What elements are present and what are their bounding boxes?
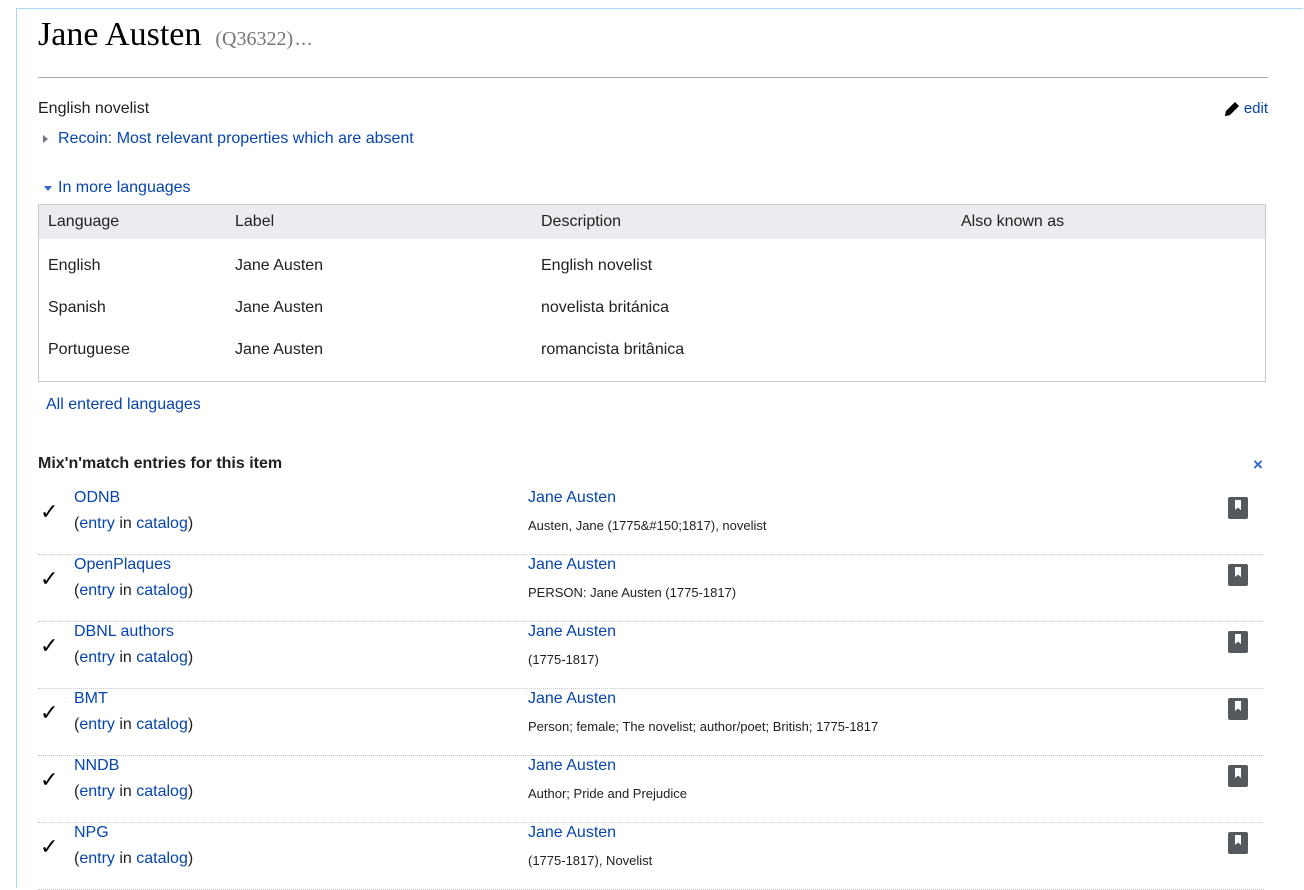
match-name-link[interactable]: Jane Austen — [528, 489, 616, 507]
languages-table-header: Language Label Description Also known as — [39, 205, 1265, 239]
entry-link[interactable]: entry — [79, 582, 115, 599]
match-description: (1775-1817), Novelist — [528, 853, 653, 868]
match-description: (1775-1817) — [528, 652, 599, 667]
cell-language: English — [48, 257, 101, 274]
more-languages-link[interactable]: In more languages — [58, 179, 191, 197]
bookmark-icon[interactable] — [1228, 497, 1248, 519]
bookmark-icon[interactable] — [1228, 765, 1248, 787]
cell-language: Spanish — [48, 299, 106, 316]
entry-catalog-line: (entry in catalog) — [74, 649, 193, 667]
checkmark-icon: ✓ — [40, 499, 59, 524]
cell-description[interactable]: novelista británica — [541, 299, 669, 317]
entry-link[interactable]: entry — [79, 649, 115, 666]
entry-close-paren: ) — [187, 783, 194, 800]
entry-catalog-line: (entry in catalog) — [74, 850, 193, 868]
pencil-icon — [1224, 101, 1239, 116]
edit-label: edit — [1243, 100, 1268, 117]
catalog-link[interactable]: catalog — [136, 850, 188, 867]
more-menu-icon[interactable]: ... — [295, 28, 313, 51]
entry-close-paren: ) — [187, 515, 194, 532]
cell-label[interactable]: Jane Austen — [235, 341, 323, 359]
list-item: ✓ NNDB (entry in catalog) Jane Austen Au… — [38, 757, 1264, 823]
catalog-name-link[interactable]: NNDB — [74, 757, 119, 775]
match-description: Austen, Jane (1775&#150;1817), novelist — [528, 518, 767, 533]
entry-close-paren: ) — [187, 582, 194, 599]
close-icon[interactable]: × — [1253, 455, 1263, 475]
catalog-name-link[interactable]: NPG — [74, 824, 109, 842]
match-description: Author; Pride and Prejudice — [528, 786, 687, 801]
column-header-label: Label — [235, 213, 275, 230]
cell-label[interactable]: Jane Austen — [235, 257, 323, 275]
column-header-also-known-as: Also known as — [961, 213, 1065, 230]
page-heading: Jane Austen (Q36322) ... — [38, 16, 313, 76]
catalog-link[interactable]: catalog — [136, 582, 188, 599]
checkmark-icon: ✓ — [40, 633, 59, 658]
catalog-name-link[interactable]: ODNB — [74, 489, 120, 507]
catalog-link[interactable]: catalog — [136, 515, 188, 532]
catalog-name-link[interactable]: DBNL authors — [74, 623, 174, 641]
cell-label[interactable]: Jane Austen — [235, 299, 323, 317]
triangle-down-icon — [44, 185, 52, 191]
catalog-name-link[interactable]: BMT — [74, 690, 108, 708]
checkmark-icon: ✓ — [40, 834, 59, 859]
in-word: in — [114, 582, 137, 599]
cell-description[interactable]: English novelist — [541, 257, 652, 275]
bookmark-icon[interactable] — [1228, 698, 1248, 720]
catalog-link[interactable]: catalog — [136, 783, 188, 800]
entry-catalog-line: (entry in catalog) — [74, 716, 193, 734]
all-entered-languages-link[interactable]: All entered languages — [46, 396, 201, 414]
bookmark-icon[interactable] — [1228, 631, 1248, 653]
entry-catalog-line: (entry in catalog) — [74, 515, 193, 533]
in-word: in — [114, 850, 137, 867]
entry-link[interactable]: entry — [79, 850, 115, 867]
entry-close-paren: ) — [187, 649, 194, 666]
list-item: ✓ NPG (entry in catalog) Jane Austen (17… — [38, 824, 1264, 890]
bookmark-icon[interactable] — [1228, 564, 1248, 586]
list-item: ✓ DBNL authors (entry in catalog) Jane A… — [38, 623, 1264, 689]
entry-close-paren: ) — [187, 716, 194, 733]
catalog-link[interactable]: catalog — [136, 716, 188, 733]
checkmark-icon: ✓ — [40, 700, 59, 725]
in-word: in — [114, 649, 137, 666]
entry-link[interactable]: entry — [79, 515, 115, 532]
match-description: PERSON: Jane Austen (1775-1817) — [528, 585, 737, 600]
triangle-right-icon — [43, 135, 48, 143]
column-header-description: Description — [541, 213, 622, 230]
entry-link[interactable]: entry — [79, 716, 115, 733]
bookmark-icon[interactable] — [1228, 832, 1248, 854]
more-languages-toggle[interactable]: In more languages — [38, 179, 191, 197]
in-word: in — [114, 783, 137, 800]
match-name-link[interactable]: Jane Austen — [528, 824, 616, 842]
checkmark-icon: ✓ — [40, 767, 59, 792]
title-divider — [38, 77, 1268, 78]
in-word: in — [114, 515, 137, 532]
entry-catalog-line: (entry in catalog) — [74, 783, 193, 801]
match-name-link[interactable]: Jane Austen — [528, 623, 616, 641]
entry-close-paren: ) — [187, 850, 194, 867]
languages-table: Language Label Description Also known as… — [38, 204, 1266, 382]
cell-language: Portuguese — [48, 341, 130, 358]
match-name-link[interactable]: Jane Austen — [528, 556, 616, 574]
entry-link[interactable]: entry — [79, 783, 115, 800]
edit-link[interactable]: edit — [1224, 100, 1268, 117]
recoin-toggle[interactable]: Recoin: Most relevant properties which a… — [38, 130, 414, 148]
catalog-link[interactable]: catalog — [136, 649, 188, 666]
list-item: ✓ BMT (entry in catalog) Jane Austen Per… — [38, 690, 1264, 756]
cell-description[interactable]: romancista britânica — [541, 341, 684, 359]
recoin-link[interactable]: Recoin: Most relevant properties which a… — [58, 130, 414, 148]
item-description: English novelist — [38, 100, 150, 117]
entry-catalog-line: (entry in catalog) — [74, 582, 193, 600]
in-word: in — [114, 716, 137, 733]
list-item: ✓ ODNB (entry in catalog) Jane Austen Au… — [38, 489, 1264, 555]
page-title: Jane Austen — [38, 16, 202, 53]
match-name-link[interactable]: Jane Austen — [528, 690, 616, 708]
mixnmatch-title: Mix'n'match entries for this item — [38, 455, 283, 472]
item-id: (Q36322) — [215, 28, 294, 50]
list-item: ✓ OpenPlaques (entry in catalog) Jane Au… — [38, 556, 1264, 622]
catalog-name-link[interactable]: OpenPlaques — [74, 556, 171, 574]
match-name-link[interactable]: Jane Austen — [528, 757, 616, 775]
match-description: Person; female; The novelist; author/poe… — [528, 719, 879, 734]
checkmark-icon: ✓ — [40, 566, 59, 591]
column-header-language: Language — [48, 213, 120, 230]
